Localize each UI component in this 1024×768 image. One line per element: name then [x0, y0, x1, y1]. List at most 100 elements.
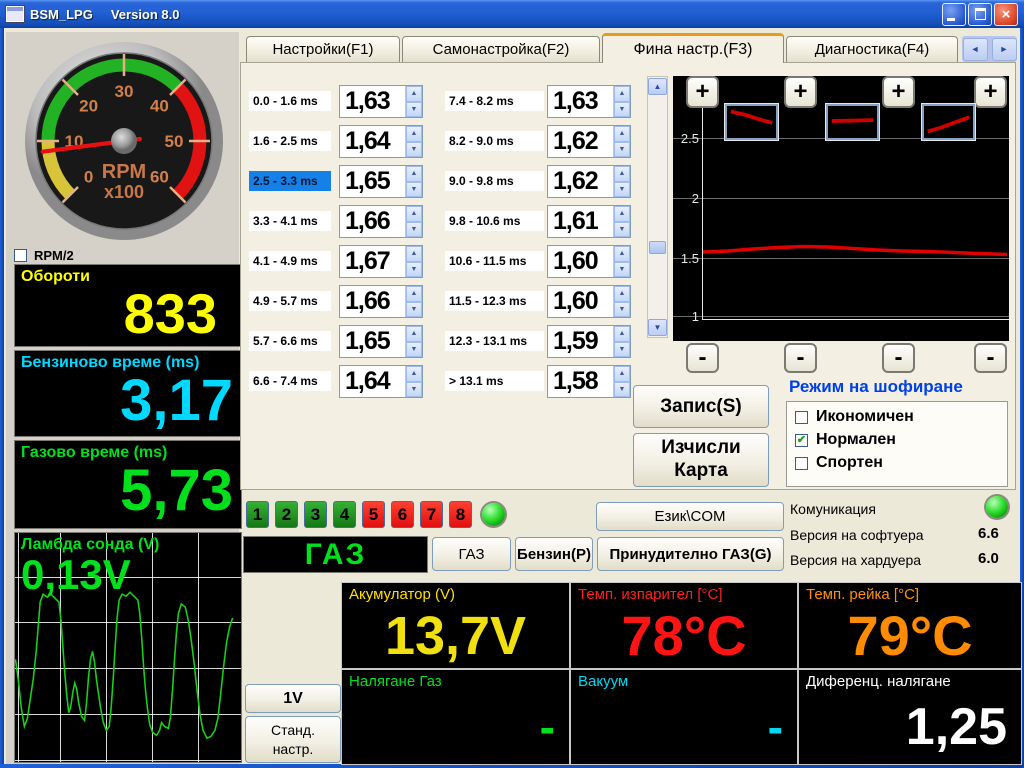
tab-settings[interactable]: Настройки(F1)	[246, 36, 400, 62]
title-bar[interactable]: BSM_LPG Version 8.0 ×	[0, 0, 1024, 28]
pulse-range-label[interactable]: 9.8 - 10.6 ms	[445, 211, 544, 231]
pulse-range-label[interactable]: 12.3 - 13.1 ms	[445, 331, 544, 351]
spin-up-button[interactable]: ▲	[406, 126, 422, 142]
scrollbar-up-button[interactable]: ▲	[648, 78, 667, 95]
coefficient-spinner[interactable]: 1,61▲▼	[547, 205, 631, 238]
pulse-range-label[interactable]: 8.2 - 9.0 ms	[445, 131, 544, 151]
pulse-range-label[interactable]: 10.6 - 11.5 ms	[445, 251, 544, 271]
spin-up-button[interactable]: ▲	[614, 366, 630, 382]
spin-up-button[interactable]: ▲	[406, 246, 422, 262]
language-com-button[interactable]: Език\COM	[596, 502, 784, 531]
pulse-range-label[interactable]: 2.5 - 3.3 ms	[249, 171, 331, 191]
coefficient-spinner[interactable]: 1,64▲▼	[339, 125, 423, 158]
coefficient-value[interactable]: 1,61	[548, 206, 613, 237]
drive-mode-option-sport[interactable]: Спортен	[795, 454, 999, 472]
coefficient-spinner[interactable]: 1,63▲▼	[339, 85, 423, 118]
maximize-button[interactable]	[968, 3, 992, 26]
coefficient-spinner[interactable]: 1,58▲▼	[547, 365, 631, 398]
decrease-button[interactable]: -	[686, 343, 719, 373]
spin-up-button[interactable]: ▲	[614, 206, 630, 222]
spin-up-button[interactable]: ▲	[406, 366, 422, 382]
coefficient-value[interactable]: 1,58	[548, 366, 613, 397]
decrease-button[interactable]: -	[974, 343, 1007, 373]
spin-down-button[interactable]: ▼	[614, 382, 630, 398]
segment-preview-falling[interactable]	[725, 104, 778, 140]
coefficient-spinner[interactable]: 1,60▲▼	[547, 245, 631, 278]
increase-button[interactable]: +	[882, 76, 915, 108]
coefficient-spinner[interactable]: 1,62▲▼	[547, 165, 631, 198]
coefficient-spinner[interactable]: 1,65▲▼	[339, 325, 423, 358]
spin-down-button[interactable]: ▼	[614, 342, 630, 358]
segment-preview-rising[interactable]	[922, 104, 975, 140]
tab-autotune[interactable]: Самонастройка(F2)	[402, 36, 600, 62]
coefficient-value[interactable]: 1,63	[548, 86, 613, 117]
spin-down-button[interactable]: ▼	[406, 182, 422, 198]
pulse-range-label[interactable]: 4.9 - 5.7 ms	[249, 291, 331, 311]
spin-down-button[interactable]: ▼	[614, 302, 630, 318]
increase-button[interactable]: +	[974, 76, 1007, 108]
tab-scroll-left-button[interactable]: ◄	[963, 38, 988, 61]
tab-diagnostics[interactable]: Диагностика(F4)	[786, 36, 958, 62]
coefficient-spinner[interactable]: 1,67▲▼	[339, 245, 423, 278]
tab-scroll-right-button[interactable]: ►	[992, 38, 1017, 61]
drive-mode-option-normal[interactable]: ✔ Нормален	[795, 431, 999, 449]
spin-up-button[interactable]: ▲	[406, 286, 422, 302]
pulse-range-label[interactable]: 4.1 - 4.9 ms	[249, 251, 331, 271]
spin-up-button[interactable]: ▲	[406, 206, 422, 222]
coefficient-spinner[interactable]: 1,66▲▼	[339, 285, 423, 318]
coefficient-value[interactable]: 1,59	[548, 326, 613, 357]
spin-up-button[interactable]: ▲	[406, 326, 422, 342]
normal-checkbox[interactable]: ✔	[795, 434, 808, 447]
tab-fine-tune[interactable]: Фина настр.(F3)	[602, 33, 784, 63]
spin-up-button[interactable]: ▲	[614, 326, 630, 342]
calculate-map-button[interactable]: Изчисли Карта	[633, 433, 769, 487]
coefficient-value[interactable]: 1,63	[340, 86, 405, 117]
spin-down-button[interactable]: ▼	[406, 302, 422, 318]
spin-down-button[interactable]: ▼	[406, 142, 422, 158]
spin-down-button[interactable]: ▼	[406, 102, 422, 118]
spin-up-button[interactable]: ▲	[614, 166, 630, 182]
minimize-button[interactable]	[942, 3, 966, 26]
spin-up-button[interactable]: ▲	[406, 166, 422, 182]
coefficient-value[interactable]: 1,62	[548, 126, 613, 157]
coefficient-value[interactable]: 1,66	[340, 206, 405, 237]
pulse-range-label[interactable]: 11.5 - 12.3 ms	[445, 291, 544, 311]
coefficient-value[interactable]: 1,66	[340, 286, 405, 317]
sport-checkbox[interactable]	[795, 457, 808, 470]
coefficient-spinner[interactable]: 1,66▲▼	[339, 205, 423, 238]
spin-up-button[interactable]: ▲	[406, 86, 422, 102]
spin-down-button[interactable]: ▼	[406, 262, 422, 278]
pulse-range-label[interactable]: 0.0 - 1.6 ms	[249, 91, 331, 111]
pulse-range-label[interactable]: 1.6 - 2.5 ms	[249, 131, 331, 151]
decrease-button[interactable]: -	[882, 343, 915, 373]
spin-down-button[interactable]: ▼	[614, 142, 630, 158]
spin-up-button[interactable]: ▲	[614, 286, 630, 302]
drive-mode-option-economy[interactable]: Икономичен	[795, 408, 999, 426]
spin-down-button[interactable]: ▼	[614, 262, 630, 278]
scrollbar-down-button[interactable]: ▼	[648, 319, 667, 336]
coefficient-spinner[interactable]: 1,59▲▼	[547, 325, 631, 358]
spin-down-button[interactable]: ▼	[614, 182, 630, 198]
standard-settings-button[interactable]: Станд. настр.	[245, 716, 341, 763]
segment-preview-flat[interactable]	[826, 104, 879, 140]
pulse-range-label[interactable]: 7.4 - 8.2 ms	[445, 91, 544, 111]
coefficient-value[interactable]: 1,62	[548, 166, 613, 197]
decrease-button[interactable]: -	[784, 343, 817, 373]
petrol-button[interactable]: Бензин(P)	[515, 537, 593, 571]
spin-down-button[interactable]: ▼	[614, 102, 630, 118]
spin-down-button[interactable]: ▼	[406, 382, 422, 398]
coefficient-value[interactable]: 1,64	[340, 366, 405, 397]
coefficient-value[interactable]: 1,65	[340, 166, 405, 197]
spin-down-button[interactable]: ▼	[406, 222, 422, 238]
increase-button[interactable]: +	[686, 76, 719, 108]
economy-checkbox[interactable]	[795, 411, 808, 424]
coefficient-spinner[interactable]: 1,62▲▼	[547, 125, 631, 158]
save-button[interactable]: Запис(S)	[633, 385, 769, 428]
coefficient-spinner[interactable]: 1,65▲▼	[339, 165, 423, 198]
coefficient-value[interactable]: 1,65	[340, 326, 405, 357]
pulse-range-label[interactable]: 3.3 - 4.1 ms	[249, 211, 331, 231]
coefficient-spinner[interactable]: 1,64▲▼	[339, 365, 423, 398]
coefficient-value[interactable]: 1,60	[548, 286, 613, 317]
rpm2-checkbox-row[interactable]: RPM/2	[14, 248, 74, 263]
coefficient-value[interactable]: 1,64	[340, 126, 405, 157]
